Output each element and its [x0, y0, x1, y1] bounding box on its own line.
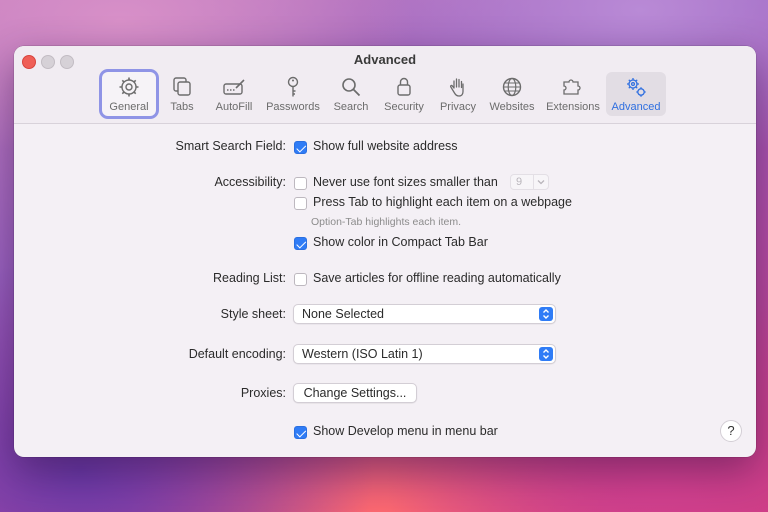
tab-label: Security — [384, 101, 424, 113]
tab-security[interactable]: Security — [380, 72, 428, 116]
tab-tabs[interactable]: Tabs — [164, 72, 200, 116]
option-tab-hint: Option-Tab highlights each item. — [311, 216, 461, 228]
proxies-label: Proxies: — [240, 386, 286, 400]
tab-label: Websites — [489, 101, 535, 113]
gear-icon — [119, 77, 139, 97]
min-font-size-checkbox[interactable] — [294, 177, 307, 190]
lock-icon — [397, 77, 411, 96]
tab-label: AutoFill — [215, 101, 253, 113]
autofill-pencil-icon — [223, 79, 245, 95]
develop-menu-label: Show Develop menu in menu bar — [313, 424, 498, 438]
accessibility-label: Accessibility: — [214, 175, 286, 189]
change-settings-button[interactable]: Change Settings... — [293, 383, 417, 403]
compact-tab-color-checkbox[interactable] — [294, 237, 307, 250]
tab-label: Search — [333, 101, 369, 113]
reading-list-label: Reading List: — [213, 271, 286, 285]
default-encoding-value: Western (ISO Latin 1) — [302, 347, 423, 361]
tab-privacy[interactable]: Privacy — [436, 72, 480, 116]
toolbar: Advanced General Tabs AutoFill Passwords… — [14, 46, 756, 124]
key-icon — [287, 76, 299, 97]
hand-icon — [450, 78, 464, 97]
tab-advanced[interactable]: Advanced — [606, 72, 666, 116]
globe-icon — [502, 77, 522, 97]
puzzle-icon — [563, 79, 581, 95]
style-sheet-value: None Selected — [302, 307, 385, 321]
tab-label: Passwords — [266, 101, 320, 113]
window-title: Advanced — [353, 52, 417, 67]
tab-label: Privacy — [439, 101, 477, 113]
min-font-size-value: 9 — [516, 176, 523, 188]
tab-autofill[interactable]: AutoFill — [210, 72, 258, 116]
min-font-size-select[interactable]: 9 — [510, 174, 549, 190]
save-offline-checkbox[interactable] — [294, 273, 307, 286]
compact-tab-color-label: Show color in Compact Tab Bar — [313, 235, 488, 249]
show-full-address-label: Show full website address — [313, 139, 458, 153]
up-down-chevron-icon — [539, 347, 553, 361]
tab-label: General — [109, 101, 149, 113]
press-tab-label: Press Tab to highlight each item on a we… — [313, 195, 572, 209]
chevron-down-icon — [533, 175, 548, 189]
style-sheet-popup[interactable]: None Selected — [293, 304, 556, 324]
style-sheet-label: Style sheet: — [220, 307, 286, 321]
tabs-icon — [173, 77, 191, 96]
tab-search[interactable]: Search — [332, 72, 370, 116]
min-font-size-label: Never use font sizes smaller than — [313, 175, 498, 189]
tab-extensions[interactable]: Extensions — [544, 72, 602, 116]
tab-label: Tabs — [170, 101, 194, 113]
up-down-chevron-icon — [539, 307, 553, 321]
tab-label: Extensions — [546, 101, 600, 113]
gears-icon — [627, 78, 646, 97]
default-encoding-popup[interactable]: Western (ISO Latin 1) — [293, 344, 556, 364]
help-button[interactable]: ? — [720, 420, 742, 442]
tab-passwords[interactable]: Passwords — [264, 72, 322, 116]
press-tab-checkbox[interactable] — [294, 197, 307, 210]
magnifier-icon — [342, 78, 361, 97]
default-encoding-label: Default encoding: — [188, 347, 286, 361]
tab-general[interactable]: General — [102, 72, 156, 116]
develop-menu-checkbox[interactable] — [294, 426, 307, 439]
save-offline-label: Save articles for offline reading automa… — [313, 271, 561, 285]
show-full-address-checkbox[interactable] — [294, 141, 307, 154]
tab-websites[interactable]: Websites — [486, 72, 538, 116]
smart-search-field-label: Smart Search Field: — [175, 139, 286, 153]
tab-label: Advanced — [611, 101, 661, 113]
advanced-settings-pane: Smart Search Field: Show full website ad… — [14, 124, 756, 457]
safari-preferences-window: Advanced General Tabs AutoFill Passwords… — [14, 46, 756, 457]
